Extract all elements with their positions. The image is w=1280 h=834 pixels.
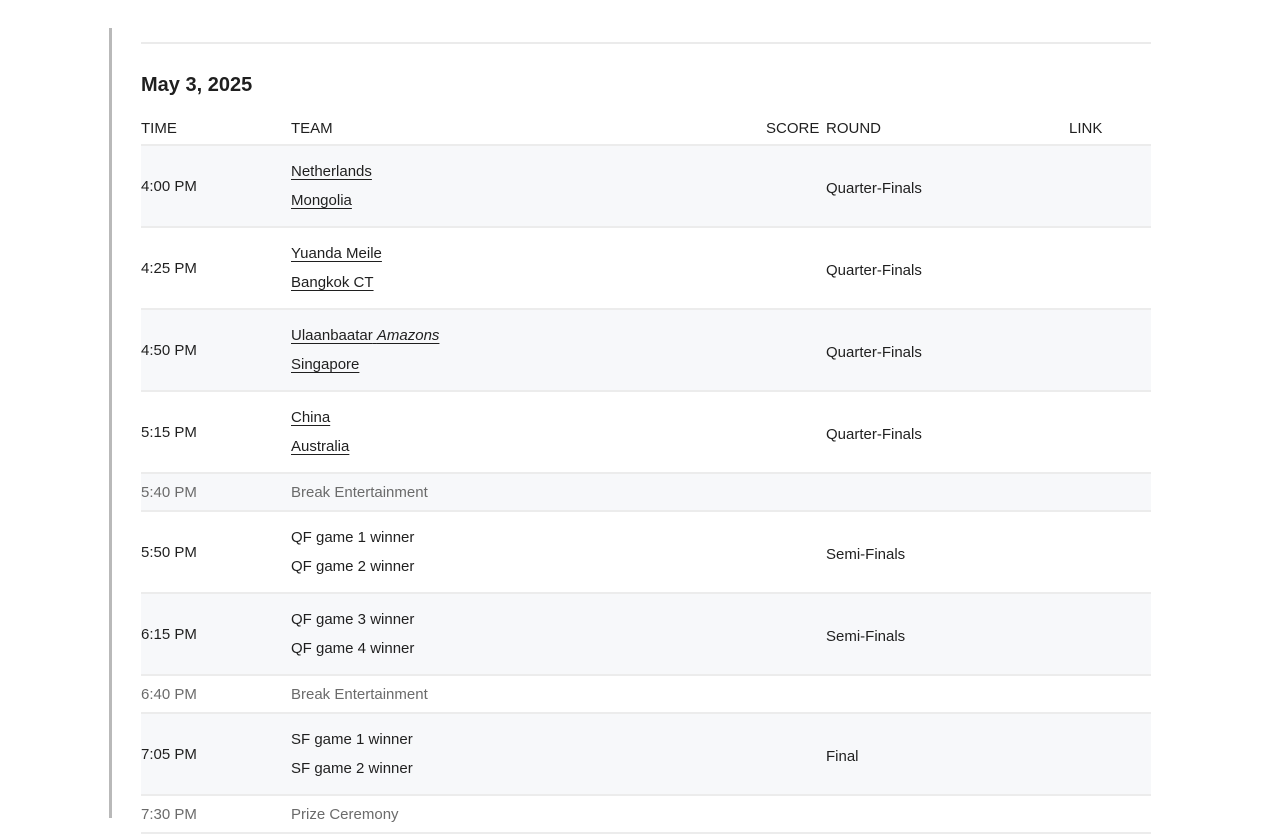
- team-placeholder: QF game 2 winner: [291, 558, 415, 575]
- left-border-rule: [109, 28, 112, 818]
- match-row: 6:15 PM QF game 3 winner QF game 4 winne…: [141, 594, 1151, 676]
- match-round: Quarter-Finals: [826, 180, 922, 197]
- break-time: 6:40 PM: [141, 686, 197, 703]
- break-time: 7:30 PM: [141, 806, 197, 823]
- match-teams: China Australia: [291, 409, 349, 467]
- team-placeholder: QF game 1 winner: [291, 529, 415, 546]
- match-teams: Yuanda Meile Bangkok CT: [291, 245, 382, 303]
- match-time: 4:50 PM: [141, 342, 197, 359]
- table-header: TIME TEAM SCORE ROUND LINK: [141, 112, 1151, 146]
- top-divider: [141, 42, 1151, 44]
- team-link[interactable]: China: [291, 409, 349, 438]
- match-round: Quarter-Finals: [826, 344, 922, 361]
- match-row: 4:50 PM Ulaanbaatar Amazons Singapore Qu…: [141, 310, 1151, 392]
- match-teams: Netherlands Mongolia: [291, 163, 372, 221]
- match-round: Semi-Finals: [826, 546, 906, 563]
- team-placeholder: SF game 2 winner: [291, 760, 413, 777]
- schedule-date: May 3, 2025: [141, 74, 253, 96]
- match-round: Final: [826, 748, 859, 765]
- match-teams: Ulaanbaatar Amazons Singapore: [291, 327, 439, 385]
- team-link[interactable]: Australia: [291, 438, 349, 467]
- match-time: 5:50 PM: [141, 544, 197, 561]
- team-name-italic: Amazons: [376, 327, 440, 344]
- match-round: Semi-Finals: [826, 628, 906, 645]
- header-score: SCORE: [766, 120, 820, 137]
- match-row: 7:05 PM SF game 1 winner SF game 2 winne…: [141, 714, 1151, 796]
- team-link[interactable]: Netherlands: [291, 163, 372, 192]
- header-team: TEAM: [291, 120, 333, 137]
- break-row: 6:40 PM Break Entertainment: [141, 676, 1151, 714]
- header-round: ROUND: [826, 120, 881, 137]
- team-link[interactable]: Singapore: [291, 356, 439, 385]
- team-placeholder: QF game 3 winner: [291, 611, 415, 628]
- team-link[interactable]: Bangkok CT: [291, 274, 382, 303]
- break-time: 5:40 PM: [141, 484, 197, 501]
- break-row: 5:40 PM Break Entertainment: [141, 474, 1151, 512]
- header-link: LINK: [1069, 120, 1103, 137]
- match-teams: SF game 1 winner SF game 2 winner: [291, 731, 413, 789]
- match-time: 5:15 PM: [141, 424, 197, 441]
- break-label: Prize Ceremony: [291, 806, 399, 823]
- match-time: 4:25 PM: [141, 260, 197, 277]
- team-link[interactable]: Ulaanbaatar Amazons: [291, 327, 439, 356]
- break-row: 7:30 PM Prize Ceremony: [141, 796, 1151, 834]
- team-link[interactable]: Mongolia: [291, 192, 372, 221]
- match-round: Quarter-Finals: [826, 426, 922, 443]
- match-round: Quarter-Finals: [826, 262, 922, 279]
- header-time: TIME: [141, 120, 177, 137]
- match-row: 4:25 PM Yuanda Meile Bangkok CT Quarter-…: [141, 228, 1151, 310]
- match-time: 7:05 PM: [141, 746, 197, 763]
- match-teams: QF game 1 winner QF game 2 winner: [291, 529, 414, 587]
- schedule-table: TIME TEAM SCORE ROUND LINK 4:00 PM Nethe…: [141, 112, 1151, 834]
- team-name-prefix: Ulaanbaatar: [291, 327, 373, 344]
- team-placeholder: SF game 1 winner: [291, 731, 413, 748]
- team-link[interactable]: Yuanda Meile: [291, 245, 382, 274]
- match-row: 5:50 PM QF game 1 winner QF game 2 winne…: [141, 512, 1151, 594]
- match-row: 5:15 PM China Australia Quarter-Finals: [141, 392, 1151, 474]
- match-row: 4:00 PM Netherlands Mongolia Quarter-Fin…: [141, 146, 1151, 228]
- break-label: Break Entertainment: [291, 484, 428, 501]
- match-time: 6:15 PM: [141, 626, 197, 643]
- match-time: 4:00 PM: [141, 178, 197, 195]
- match-teams: QF game 3 winner QF game 4 winner: [291, 611, 414, 669]
- team-placeholder: QF game 4 winner: [291, 640, 415, 657]
- break-label: Break Entertainment: [291, 686, 428, 703]
